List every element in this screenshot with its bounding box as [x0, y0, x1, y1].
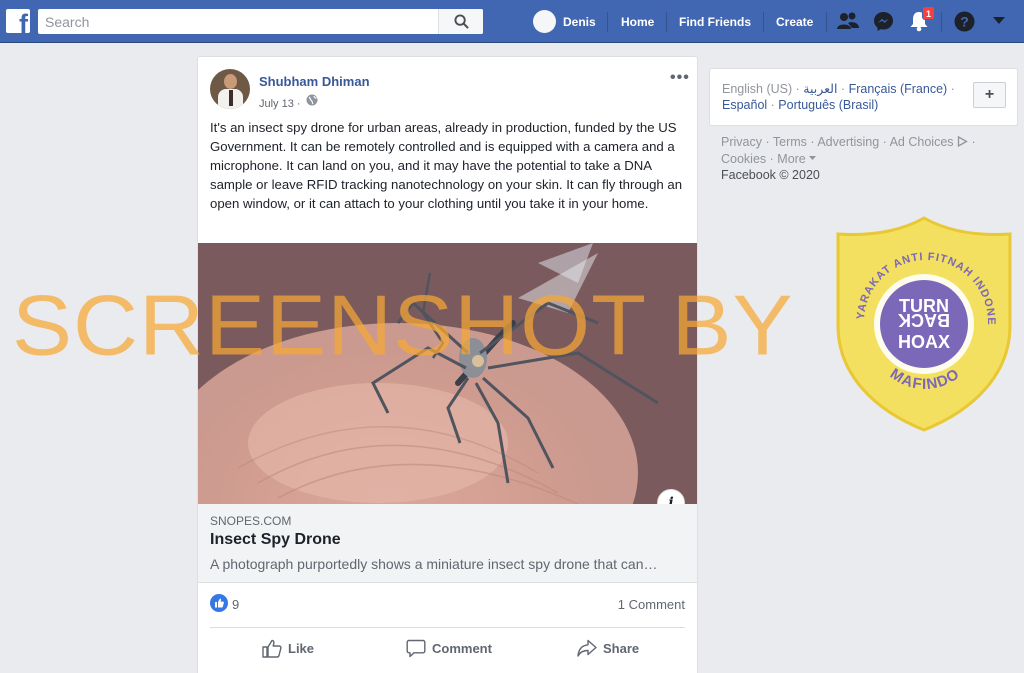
language-row-1: English (US) · العربية · Français (Franc…: [722, 82, 955, 96]
language-selector-box: English (US) · العربية · Français (Franc…: [709, 68, 1018, 126]
ad-choices-icon: [957, 135, 968, 148]
language-french[interactable]: Français (France): [849, 82, 948, 96]
footer-links-row-1: Privacy · Terms · Advertising · Ad Choic…: [721, 135, 976, 149]
comment-label: Comment: [432, 640, 492, 656]
search-button[interactable]: [438, 9, 483, 34]
like-icon: [262, 639, 282, 658]
footer-ad-choices[interactable]: Ad Choices: [890, 135, 954, 149]
comment-icon: [406, 639, 426, 657]
svg-text:HOAX: HOAX: [898, 332, 950, 352]
avatar-figure-head: [224, 74, 237, 89]
post-options-icon[interactable]: •••: [670, 69, 690, 87]
author-avatar[interactable]: [210, 69, 250, 109]
actions-divider: [210, 627, 685, 628]
avatar-figure-tie: [229, 90, 233, 106]
profile-link[interactable]: [533, 10, 556, 33]
profile-name[interactable]: Denis: [563, 15, 596, 29]
link-title[interactable]: Insect Spy Drone: [210, 531, 341, 549]
insect-drone-photo: [198, 243, 659, 504]
globe-icon: [306, 94, 318, 106]
link-preview-meta[interactable]: SNOPES.COM Insect Spy Drone A photograph…: [198, 504, 697, 583]
help-icon[interactable]: ?: [954, 11, 975, 32]
facebook-logo-icon[interactable]: f: [6, 9, 30, 33]
like-button[interactable]: Like: [262, 635, 314, 661]
link-domain: SNOPES.COM: [210, 514, 292, 528]
footer-links-row-2: Cookies · More: [721, 152, 817, 166]
share-label: Share: [603, 640, 640, 656]
avatar: [533, 10, 556, 33]
nav-divider: [941, 12, 942, 32]
like-count[interactable]: 9: [232, 597, 239, 612]
footer-terms[interactable]: Terms: [773, 135, 807, 149]
current-language: English (US): [722, 82, 793, 96]
language-arabic[interactable]: العربية: [803, 82, 837, 96]
top-navigation-bar: f Denis Home Find Friends Create 1 ?: [0, 0, 1024, 43]
nav-divider: [826, 12, 827, 32]
search-icon: [454, 14, 469, 29]
messenger-icon[interactable]: [873, 11, 894, 32]
like-reaction-icon[interactable]: [210, 594, 228, 612]
mafindo-badge-logo: MASYARAKAT ANTI FITNAH INDONESIA MAFINDO…: [834, 214, 1012, 432]
facebook-logo-letter: f: [19, 9, 28, 34]
share-icon: [577, 639, 597, 657]
post-author[interactable]: Shubham Dhiman: [259, 74, 370, 89]
account-menu-icon[interactable]: [993, 17, 1005, 25]
language-portuguese[interactable]: Português (Brasil): [778, 98, 878, 112]
nav-find-friends[interactable]: Find Friends: [679, 15, 751, 29]
add-language-button[interactable]: +: [973, 82, 1006, 108]
svg-text:?: ?: [960, 14, 969, 30]
feed-post: Shubham Dhiman July 13 · ••• It's an ins…: [197, 56, 698, 673]
chevron-down-icon: [809, 156, 817, 160]
search-input[interactable]: [38, 9, 438, 34]
share-button[interactable]: Share: [577, 635, 639, 661]
footer-privacy[interactable]: Privacy: [721, 135, 762, 149]
comment-count[interactable]: 1 Comment: [618, 597, 685, 612]
footer-advertising[interactable]: Advertising: [817, 135, 879, 149]
like-label: Like: [288, 640, 315, 656]
friend-requests-icon[interactable]: [837, 11, 859, 31]
notification-badge: 1: [922, 6, 935, 20]
search-box: [38, 9, 483, 34]
link-preview-image[interactable]: [198, 243, 697, 504]
svg-text:BACK: BACK: [898, 310, 950, 330]
nav-divider: [607, 12, 608, 32]
nav-divider: [666, 12, 667, 32]
copyright: Facebook © 2020: [721, 168, 820, 182]
thumbs-up-icon: [215, 598, 224, 608]
nav-divider: [763, 12, 764, 32]
link-description: A photograph purportedly shows a miniatu…: [210, 556, 658, 572]
nav-home[interactable]: Home: [621, 15, 654, 29]
nav-create[interactable]: Create: [776, 15, 813, 29]
language-spanish[interactable]: Español: [722, 98, 767, 112]
comment-button[interactable]: Comment: [406, 635, 492, 661]
footer-more[interactable]: More: [777, 152, 805, 166]
post-timestamp[interactable]: July 13 ·: [259, 98, 301, 110]
footer-cookies[interactable]: Cookies: [721, 152, 766, 166]
language-row-2: Español · Português (Brasil): [722, 98, 879, 112]
post-text: It's an insect spy drone for urban areas…: [210, 120, 683, 211]
